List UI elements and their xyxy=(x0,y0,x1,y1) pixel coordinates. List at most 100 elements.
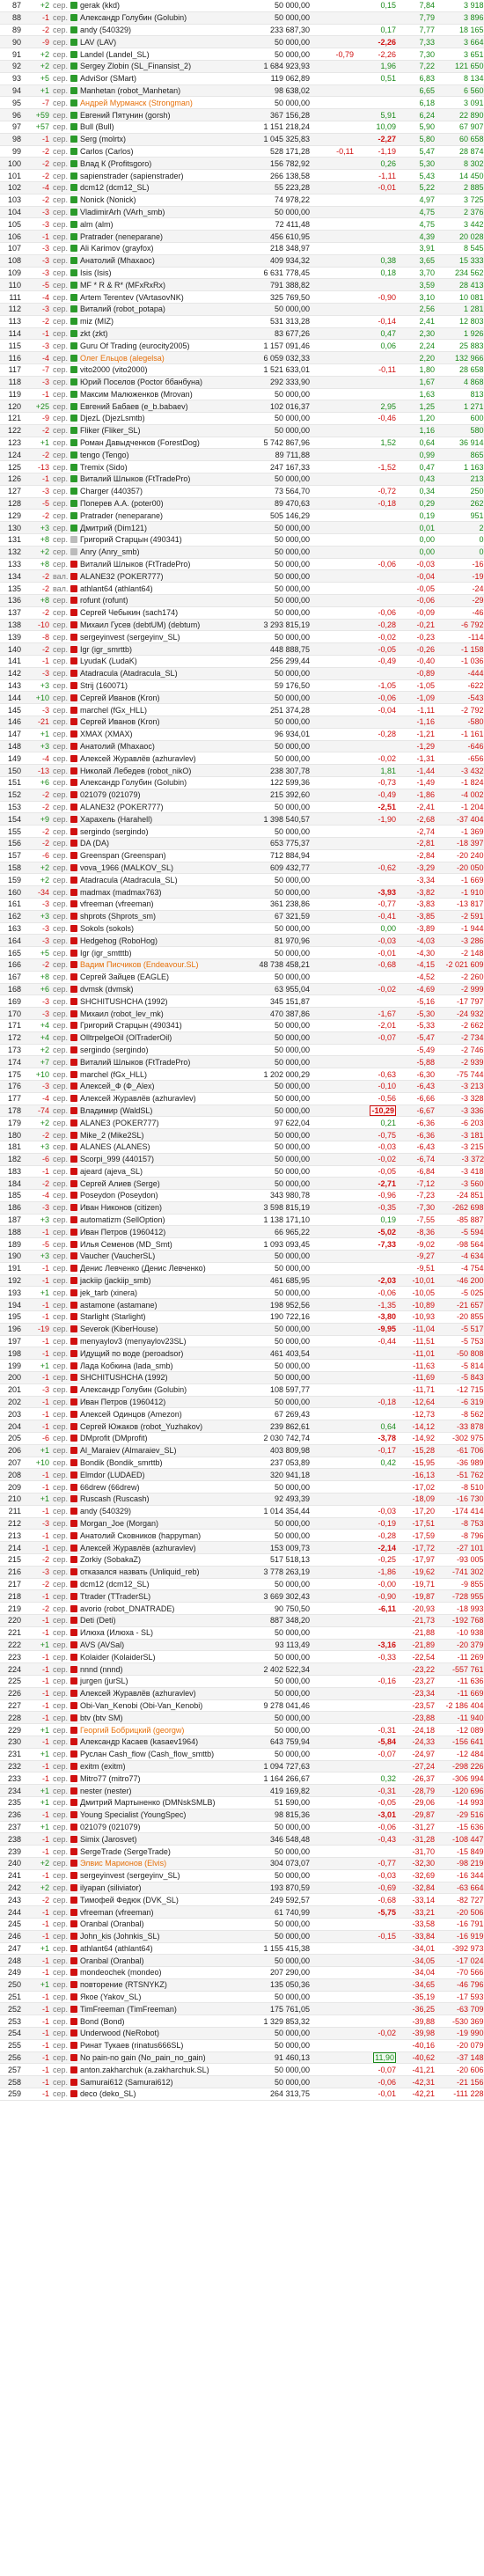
table-row[interactable]: 221 -1 сер. Илюха (Илюха - SL) 50 000,00 -21,… xyxy=(0,1626,484,1640)
participant-name-link[interactable]: dvmsk (dvmsk) xyxy=(69,983,236,996)
participant-name-link[interactable]: ALANES (ALANES) xyxy=(69,1141,236,1154)
table-row[interactable]: 211 -1 сер. andy (540329) 1 014 354,44 -0,03-… xyxy=(0,1505,484,1518)
table-row[interactable]: 188 -1 сер. Иван Петров (1960412) 66 965,22-… xyxy=(0,1225,484,1239)
table-row[interactable]: 212 -3 сер. Morgan_Joe (Morgan) 50 000,00 -0,… xyxy=(0,1517,484,1530)
participant-name[interactable]: Виталий Шлыков (FtTradePro) xyxy=(80,560,190,569)
table-row[interactable]: 112 -3 сер. Виталий (robot_potapa) 50 000,00… xyxy=(0,303,484,316)
participant-name-link[interactable]: Александр Голубин (Golubin) xyxy=(69,1383,236,1397)
table-row[interactable]: 172 +4 сер. OlltrpelgeOil (OlTraderOil) 50 0… xyxy=(0,1031,484,1045)
participant-name[interactable]: Роман Давыдченков (ForestDog) xyxy=(80,438,200,447)
table-row[interactable]: 144 +10 сер. Сергей Иванов (Kron) 50 000,00-… xyxy=(0,691,484,705)
participant-name-link[interactable]: повторение (RTSNYKZ) xyxy=(69,1978,236,1992)
table-row[interactable]: 222 +1 сер. AVS (AVSal) 93 113,49 -3,16 -21,89… xyxy=(0,1639,484,1652)
participant-name[interactable]: Алексей Журавлёв (azhuravlev) xyxy=(80,1094,196,1103)
participant-name-link[interactable]: SHCHITUSHCHA (1992) xyxy=(69,994,236,1009)
participant-name-link[interactable]: gerak (kkd) xyxy=(69,0,236,12)
participant-name-link[interactable]: Sokols (sokols) xyxy=(69,922,236,936)
participant-name-link[interactable]: Виталий Шлыков (FtTradePro) xyxy=(69,473,236,486)
participant-name-link[interactable]: Nonick (Nonick) xyxy=(69,194,236,207)
participant-name[interactable]: Максим Малюженков (Mrovan) xyxy=(80,390,193,399)
participant-name[interactable]: sergindo (sergindo) xyxy=(80,1046,149,1054)
table-row[interactable]: 89 -2 сер. andy (540329) 233 687,30 0,17 7,77 1… xyxy=(0,24,484,37)
participant-name-link[interactable]: Charger (440357) xyxy=(69,485,236,498)
table-row[interactable]: 257 -1 сер. anton.zakharchuk (a.zakharchuk.… xyxy=(0,2063,484,2077)
table-row[interactable]: 223 -1 сер. Kolaider (KolaiderSL) 50 000,00-… xyxy=(0,1650,484,1664)
participant-name-link[interactable]: DMprofit (DMprofit) xyxy=(69,1432,236,1445)
participant-name[interactable]: miz (MIZ) xyxy=(80,317,114,326)
participant-name-link[interactable]: SergeTrade (SergeTrade) xyxy=(69,1845,236,1858)
participant-name[interactable]: deco (deko_SL) xyxy=(80,2089,136,2098)
participant-name-link[interactable]: Анатолий (Mhaxaoc) xyxy=(69,254,236,268)
participant-name[interactable]: Tremix (Sido) xyxy=(80,463,128,472)
participant-name[interactable]: jek_tarb (xinera) xyxy=(80,1288,137,1297)
participant-name-link[interactable]: Алексей Журавлёв (azhuravlev) xyxy=(69,1541,236,1554)
participant-name-link[interactable]: ALANE32 (POKER777) xyxy=(69,801,236,814)
table-row[interactable]: 92 +2 сер. Sergey Zlobin (SL_Finansist_2) 1 … xyxy=(0,60,484,73)
participant-name-link[interactable]: Igr (igr_smtttb) xyxy=(69,946,236,959)
participant-name[interactable]: Александр Голубин (Golubin) xyxy=(80,1385,187,1394)
table-row[interactable]: 123 +1 сер. Роман Давыдченков (ForestDog) 5 … xyxy=(0,437,484,450)
participant-name[interactable]: SHCHITUSHCHA (1992) xyxy=(80,1373,168,1382)
participant-name[interactable]: Bondik (Bondik_smrttb) xyxy=(80,1458,163,1467)
participant-name[interactable]: Тимофей Федюк (DVK_SL) xyxy=(80,1896,179,1904)
table-row[interactable]: 143 +3 сер. Strij (160071) 59 176,50 -1,05 -1,… xyxy=(0,679,484,693)
table-row[interactable]: 226 -1 сер. Алексей Журавлёв (azhuravlev) 50… xyxy=(0,1687,484,1700)
table-row[interactable]: 91 +2 сер. Landel (Landel_SL) 50 000,00 -0,79… xyxy=(0,48,484,61)
participant-name-link[interactable]: Алексей_Ф (Ф_Alex) xyxy=(69,1080,236,1093)
participant-name-link[interactable]: VladimirArh (VArh_smb) xyxy=(69,206,236,219)
table-row[interactable]: 176 -3 сер. Алексей_Ф (Ф_Alex) 50 000,00 -0,1… xyxy=(0,1080,484,1093)
participant-name-link[interactable]: Obi-Van_Kenobi (Obi-Van_Kenobi) xyxy=(69,1699,236,1713)
participant-name[interactable]: Anry (Anry_smb) xyxy=(80,547,140,556)
table-row[interactable]: 122 -2 сер. Fliker (Fliker_SL) 50 000,00 1,16… xyxy=(0,424,484,437)
table-row[interactable]: 245 -1 сер. Oranbal (Oranbal) 50 000,00 -33,5… xyxy=(0,1918,484,1931)
table-row[interactable]: 254 -1 сер. Underwood (NeRobot) 50 000,00 -0,… xyxy=(0,2027,484,2040)
participant-name-link[interactable]: marchel (fGx_HLL) xyxy=(69,703,236,717)
participant-name-link[interactable]: vfreeman (vfreeman) xyxy=(69,898,236,911)
table-row[interactable]: 87 +2 сер. gerak (kkd) 50 000,00 0,15 7,84 3 91… xyxy=(0,0,484,12)
participant-name-link[interactable]: Якое (Yakov_SL) xyxy=(69,1991,236,2004)
participant-name[interactable]: Дмитрий (Dim121) xyxy=(80,524,147,532)
table-row[interactable]: 251 -1 сер. Якое (Yakov_SL) 50 000,00 -35,19-… xyxy=(0,1991,484,2004)
table-row[interactable]: 160 -34 сер. madmax (madmax763) 50 000,00 -3,… xyxy=(0,885,484,899)
table-row[interactable]: 177 -4 сер. Алексей Журавлёв (azhuravlev) 50… xyxy=(0,1092,484,1105)
participant-name-link[interactable]: Artem Terentev (VArtasovNK) xyxy=(69,290,236,304)
participant-name[interactable]: Поперев А.А. (poter00) xyxy=(80,499,164,508)
participant-name[interactable]: Идущий по воде (peroadsor) xyxy=(80,1349,183,1358)
participant-name[interactable]: Ruscash (Ruscash) xyxy=(80,1494,150,1503)
table-row[interactable]: 152 -2 сер. 021079 (021079) 215 392,60 -0,49-… xyxy=(0,789,484,802)
table-row[interactable]: 127 -3 сер. Charger (440357) 73 564,70 -0,72 0… xyxy=(0,485,484,498)
table-row[interactable]: 256 -1 сер. No pain-no gain (No_pain_no_gai… xyxy=(0,2051,484,2065)
participant-name-link[interactable]: rofunt (rofunt) xyxy=(69,594,236,607)
participant-name-link[interactable]: Сергей Чебыкин (sach174) xyxy=(69,606,236,620)
table-row[interactable]: 247 +1 сер. athlant64 (athlant64) 1 155 415,… xyxy=(0,1942,484,1956)
participant-name-link[interactable]: dcm12 (dcm12_SL) xyxy=(69,181,236,194)
participant-name-link[interactable]: Samurai612 (Samurai612) xyxy=(69,2075,236,2089)
participant-name-link[interactable]: sergindo (sergindo) xyxy=(69,825,236,838)
table-row[interactable]: 167 +8 сер. Сергей Зайцев (EAGLE) 50 000,00-… xyxy=(0,971,484,984)
participant-name[interactable]: TimFreeman (TimFreeman) xyxy=(80,2005,177,2014)
participant-name[interactable]: Иван Петров (1960412) xyxy=(80,1228,165,1237)
participant-name-link[interactable]: exitm (exitm) xyxy=(69,1760,236,1773)
table-row[interactable]: 194 -1 сер. astamone (astamane) 198 952,56 -1… xyxy=(0,1298,484,1312)
table-row[interactable]: 201 -3 сер. Александр Голубин (Golubin) 108 … xyxy=(0,1383,484,1397)
table-row[interactable]: 142 -3 сер. Atadracula (Atadracula_SL) 50 00… xyxy=(0,667,484,680)
participant-name-link[interactable]: Идущий по воде (peroadsor) xyxy=(69,1347,236,1361)
participant-name-link[interactable]: mondeochek (mondeo) xyxy=(69,1966,236,1979)
participant-name-link[interactable]: Григорий Старцын (490341) xyxy=(69,533,236,547)
participant-name-link[interactable]: Ali Karimov (grayfox) xyxy=(69,242,236,255)
participant-name-link[interactable]: Mike_2 (Mike2SL) xyxy=(69,1128,236,1141)
participant-name[interactable]: Олег Ельцов (alegelsa) xyxy=(80,354,165,363)
participant-name[interactable]: Mike_2 (Mike2SL) xyxy=(80,1131,144,1140)
participant-name-link[interactable]: nester (nester) xyxy=(69,1784,236,1797)
table-row[interactable]: 233 -1 сер. Mitro77 (mitro77) 1 164 266,67 0,… xyxy=(0,1772,484,1786)
participant-name-link[interactable]: Ruscash (Ruscash) xyxy=(69,1493,236,1506)
participant-name-link[interactable]: ALANE32 (POKER777) xyxy=(69,569,236,583)
participant-name[interactable]: Simix (Jarosvet) xyxy=(80,1835,137,1844)
participant-name-link[interactable]: Поперев А.А. (poter00) xyxy=(69,497,236,510)
table-row[interactable]: 88 -1 сер. Александр Голубин (Golubin) 50 00… xyxy=(0,11,484,25)
participant-name-link[interactable]: Анатолий Сковников (happyman) xyxy=(69,1529,236,1543)
participant-name-link[interactable]: Илюха (Илюха - SL) xyxy=(69,1626,236,1640)
participant-name[interactable]: 021079 (021079) xyxy=(80,790,141,799)
participant-name[interactable]: Artem Terentev (VArtasovNK) xyxy=(80,293,184,302)
participant-name[interactable]: Григорий Старцын (490341) xyxy=(80,1021,182,1030)
